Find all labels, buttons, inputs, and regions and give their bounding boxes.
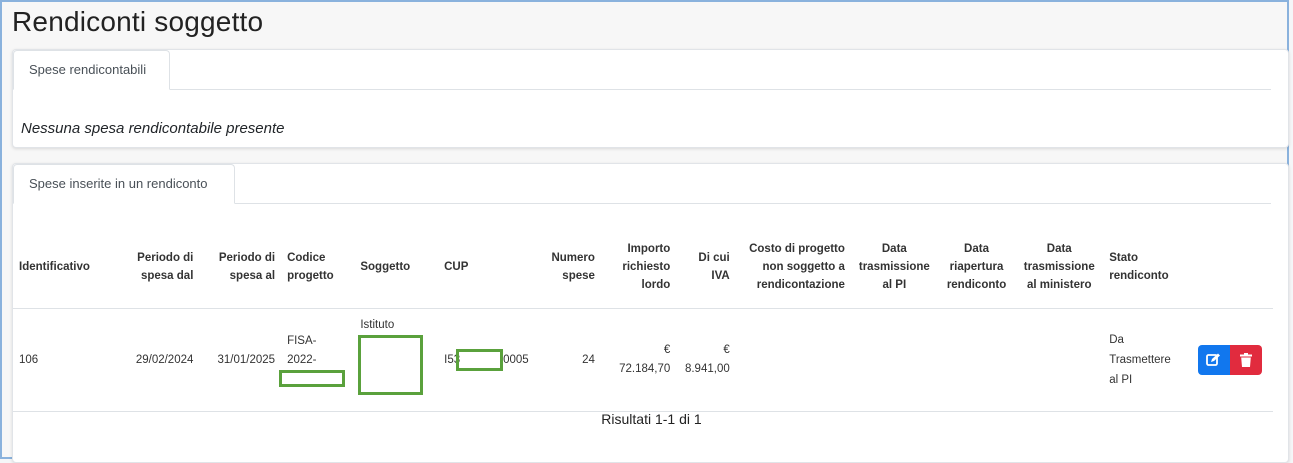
results-summary: Risultati 1-1 di 1 [601,411,702,427]
col-stato: Stato rendiconto [1103,226,1187,309]
redacted-cup-box [456,349,504,371]
iva-value: 8.941,00 [684,363,730,375]
rendiconti-table: Identificativo Periodo di spesa dal Peri… [13,226,1273,412]
col-identificativo: Identificativo [13,226,118,309]
col-data-riapertura: Data riapertura rendiconto [937,226,1016,309]
cell-data-trasmissione-ministero [1015,308,1104,412]
iva-currency: € [723,344,730,356]
tab-spese-inserite[interactable]: Spese inserite in un rendiconto [13,164,235,204]
importo-value: 72.184,70 [619,363,671,375]
tab-bar: Spese inserite in un rendiconto [13,164,1271,204]
col-iva: Di cui IVA [676,226,736,309]
delete-button[interactable] [1229,345,1262,375]
empty-message: Nessuna spesa rendicontabile presente [21,120,285,137]
trash-icon [1239,353,1252,367]
col-actions [1186,226,1273,309]
edit-icon [1206,353,1221,366]
col-data-trasmissione-pi: Data trasmissione al PI [850,226,938,309]
cell-soggetto: Istituto [354,308,439,412]
table-header-row: Identificativo Periodo di spesa dal Peri… [13,226,1273,309]
table-row: 106 29/02/2024 31/01/2025 FISA- 2022- Is… [13,308,1273,412]
cell-iva: € 8.941,00 [676,308,736,412]
col-costo-non-soggetto: Costo di progetto non soggetto a rendico… [735,226,851,309]
cell-cup: I53 0005 [438,308,543,412]
cell-identificativo: 106 [13,308,118,412]
col-soggetto: Soggetto [354,226,439,309]
page-title: Rendiconti soggetto [12,6,264,37]
col-periodo-dal: Periodo di spesa dal [117,226,200,309]
app-frame: Rendiconti soggetto Spese rendicontabili… [0,0,1289,463]
cell-periodo-al: 31/01/2025 [199,308,282,412]
cell-codice-progetto: FISA- 2022- [279,308,355,412]
redacted-codice-box [279,369,346,387]
col-codice-progetto: Codice progetto [281,226,355,309]
col-cup: CUP [438,226,543,309]
tab-spese-rendicontabili[interactable]: Spese rendicontabili [13,50,170,90]
cell-actions [1186,308,1273,412]
cell-numero-spese: 24 [542,308,601,412]
col-importo: Importo richiesto lordo [600,226,677,309]
spese-inserite-card: Spese inserite in un rendiconto Identifi… [12,163,1289,463]
codice-progetto-line2: 2022- [287,353,317,366]
redacted-soggetto-box [358,334,424,395]
cell-data-riapertura [937,308,1016,412]
col-data-trasmissione-ministero: Data trasmissione al ministero [1015,226,1104,309]
col-numero-spese: Numero spese [542,226,601,309]
tab-bar: Spese rendicontabili [13,50,1271,90]
importo-currency: € [663,344,671,356]
cell-stato: Da Trasmettere al PI [1103,308,1187,412]
col-periodo-al: Periodo di spesa al [199,226,282,309]
cell-periodo-dal: 29/02/2024 [117,308,200,412]
spese-rendicontabili-card: Spese rendicontabili Nessuna spesa rendi… [12,49,1289,148]
edit-button[interactable] [1197,345,1230,375]
cell-costo-non-soggetto [735,308,851,412]
cell-data-trasmissione-pi [850,308,938,412]
cup-suffix: 0005 [503,354,529,367]
codice-progetto-line1: FISA- [287,334,317,347]
soggetto-text: Istituto [360,318,395,331]
cell-importo: € 72.184,70 [600,308,677,412]
